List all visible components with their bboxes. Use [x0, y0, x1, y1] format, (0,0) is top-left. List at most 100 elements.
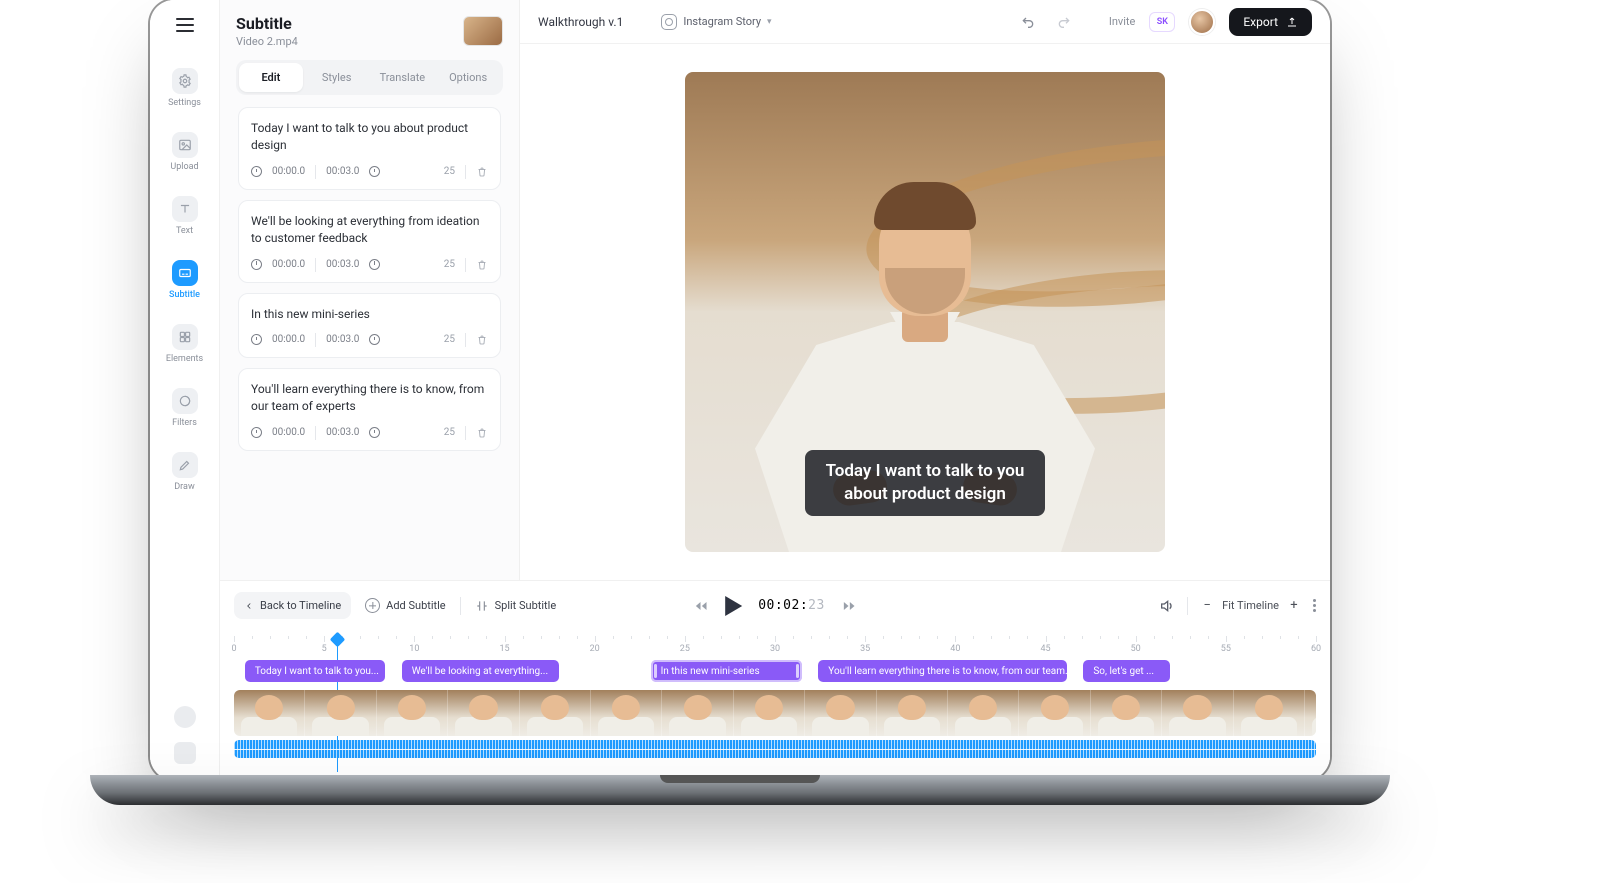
video-frame-thumb: [1091, 690, 1162, 736]
timeline-subtitle-clip[interactable]: Today I want to talk to you...: [245, 660, 386, 682]
timeline-subtitle-clip[interactable]: In this new mini-series: [651, 660, 802, 682]
ruler-tick: [1316, 636, 1317, 642]
laptop-base: [90, 775, 1390, 805]
rail-label: Subtitle: [169, 290, 200, 300]
panel-tabs: Edit Styles Translate Options: [236, 60, 503, 95]
ruler-label: 20: [590, 644, 600, 654]
split-label: Split Subtitle: [495, 599, 557, 612]
timeline[interactable]: 051015202530354045505560 Today I want to…: [220, 630, 1330, 780]
rail-label: Elements: [166, 354, 203, 364]
volume-button[interactable]: [1159, 598, 1175, 614]
gear-icon: [172, 68, 198, 94]
video-frame-thumb: [448, 690, 519, 736]
tab-styles[interactable]: Styles: [305, 63, 369, 92]
zoom-in-button[interactable]: +: [1287, 599, 1301, 613]
subtitle-text[interactable]: We'll be looking at everything from idea…: [251, 213, 488, 248]
clock-icon: [369, 427, 380, 438]
rail-label: Text: [176, 226, 193, 236]
start-time[interactable]: 00:00.0: [272, 259, 305, 270]
delete-subtitle-button[interactable]: [476, 258, 488, 272]
ruler-label: 0: [231, 644, 236, 654]
chevron-left-icon: [244, 601, 254, 611]
invite-link[interactable]: Invite: [1109, 15, 1136, 28]
video-frame-thumb: [1234, 690, 1305, 736]
track-audio[interactable]: [234, 740, 1316, 758]
clock-icon: [251, 427, 262, 438]
start-time[interactable]: 00:00.0: [272, 166, 305, 177]
aspect-selector[interactable]: Instagram Story ▾: [661, 14, 771, 30]
rail-item-text[interactable]: Text: [150, 190, 219, 242]
collaborator-badge[interactable]: SK: [1149, 12, 1175, 32]
plus-circle-icon: [365, 598, 380, 613]
start-time[interactable]: 00:00.0: [272, 427, 305, 438]
rail-item-elements[interactable]: Elements: [150, 318, 219, 370]
tab-translate[interactable]: Translate: [371, 63, 435, 92]
back-to-timeline-button[interactable]: Back to Timeline: [234, 592, 351, 619]
subtitle-text[interactable]: Today I want to talk to you about produc…: [251, 120, 488, 155]
video-frame-thumb: [305, 690, 376, 736]
project-name[interactable]: Walkthrough v.1: [538, 15, 623, 29]
video-frame-thumb: [877, 690, 948, 736]
subtitle-card[interactable]: In this new mini-series 00:00.0 00:03.0 …: [238, 293, 501, 358]
rail-item-draw[interactable]: Draw: [150, 446, 219, 498]
split-subtitle-button[interactable]: Split Subtitle: [475, 599, 557, 613]
video-preview[interactable]: Today I want to talk to you about produc…: [685, 72, 1165, 552]
delete-subtitle-button[interactable]: [476, 333, 488, 347]
ruler-tick: [955, 636, 956, 642]
tab-edit[interactable]: Edit: [239, 63, 303, 92]
clip-label: Today I want to talk to you...: [255, 666, 379, 677]
help-icon[interactable]: [174, 706, 196, 728]
ruler-label: 50: [1131, 644, 1141, 654]
track-video[interactable]: [234, 690, 1316, 736]
delete-subtitle-button[interactable]: [476, 165, 488, 179]
undo-button[interactable]: [1017, 11, 1039, 33]
clip-label: In this new mini-series: [661, 666, 760, 677]
clock-icon: [369, 334, 380, 345]
subtitle-card[interactable]: We'll be looking at everything from idea…: [238, 200, 501, 283]
char-count: 25: [444, 259, 455, 270]
play-button[interactable]: [725, 596, 742, 616]
ruler-label: 40: [950, 644, 960, 654]
end-time[interactable]: 00:03.0: [326, 334, 359, 345]
subtitle-text[interactable]: You'll learn everything there is to know…: [251, 381, 488, 416]
panel-subtitle: Video 2.mp4: [236, 35, 298, 48]
draw-icon: [172, 452, 198, 478]
track-subtitles[interactable]: Today I want to talk to you... We'll be l…: [234, 660, 1316, 684]
timeline-subtitle-clip[interactable]: We'll be looking at everything...: [402, 660, 559, 682]
rail-item-filters[interactable]: Filters: [150, 382, 219, 434]
delete-subtitle-button[interactable]: [476, 426, 488, 440]
timeline-subtitle-clip[interactable]: So, let's get ...: [1083, 660, 1170, 682]
menu-icon[interactable]: [176, 18, 194, 32]
rail-item-upload[interactable]: Upload: [150, 126, 219, 178]
user-avatar[interactable]: [1189, 9, 1215, 35]
timecode: 00:02:23: [758, 598, 825, 613]
redo-button[interactable]: [1053, 11, 1075, 33]
rewind-button[interactable]: [693, 598, 709, 614]
forward-button[interactable]: [841, 598, 857, 614]
end-time[interactable]: 00:03.0: [326, 259, 359, 270]
export-button[interactable]: Export: [1229, 8, 1312, 36]
subtitle-card[interactable]: You'll learn everything there is to know…: [238, 368, 501, 451]
timeline-subtitle-clip[interactable]: You'll learn everything there is to know…: [818, 660, 1067, 682]
instagram-icon: [661, 14, 677, 30]
subtitle-icon: [172, 260, 198, 286]
add-subtitle-button[interactable]: Add Subtitle: [365, 598, 445, 613]
clip-label: So, let's get ...: [1093, 666, 1154, 677]
subtitle-text[interactable]: In this new mini-series: [251, 306, 488, 323]
rail-item-settings[interactable]: Settings: [150, 62, 219, 114]
rail-item-subtitle[interactable]: Subtitle: [150, 254, 219, 306]
tab-options[interactable]: Options: [436, 63, 500, 92]
end-time[interactable]: 00:03.0: [326, 427, 359, 438]
video-thumbnail[interactable]: [463, 16, 503, 46]
ruler[interactable]: 051015202530354045505560: [234, 636, 1316, 656]
text-icon: [172, 196, 198, 222]
more-menu-button[interactable]: [1313, 599, 1316, 612]
ruler-label: 5: [322, 644, 327, 654]
start-time[interactable]: 00:00.0: [272, 334, 305, 345]
subtitle-card[interactable]: Today I want to talk to you about produc…: [238, 107, 501, 190]
clip-label: We'll be looking at everything...: [412, 666, 548, 677]
end-time[interactable]: 00:03.0: [326, 166, 359, 177]
filters-icon: [172, 388, 198, 414]
zoom-out-button[interactable]: −: [1200, 599, 1214, 613]
misc-icon[interactable]: [174, 742, 196, 764]
